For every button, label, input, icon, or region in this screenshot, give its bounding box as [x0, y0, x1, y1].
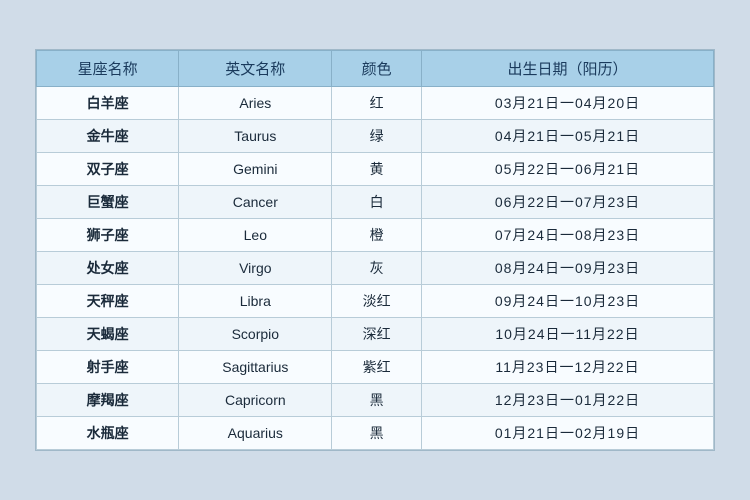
cell-dates: 07月24日一08月23日: [421, 219, 713, 252]
cell-dates: 04月21日一05月21日: [421, 120, 713, 153]
cell-dates: 09月24日一10月23日: [421, 285, 713, 318]
table-row: 摩羯座Capricorn黑12月23日一01月22日: [37, 384, 714, 417]
cell-dates: 06月22日一07月23日: [421, 186, 713, 219]
cell-color: 淡红: [332, 285, 422, 318]
cell-english-name: Scorpio: [179, 318, 332, 351]
cell-chinese-name: 金牛座: [37, 120, 179, 153]
cell-chinese-name: 天秤座: [37, 285, 179, 318]
cell-color: 灰: [332, 252, 422, 285]
cell-chinese-name: 双子座: [37, 153, 179, 186]
cell-color: 橙: [332, 219, 422, 252]
table-row: 处女座Virgo灰08月24日一09月23日: [37, 252, 714, 285]
table-row: 天秤座Libra淡红09月24日一10月23日: [37, 285, 714, 318]
cell-english-name: Taurus: [179, 120, 332, 153]
cell-english-name: Libra: [179, 285, 332, 318]
cell-color: 深红: [332, 318, 422, 351]
zodiac-table-container: 星座名称 英文名称 颜色 出生日期（阳历） 白羊座Aries红03月21日一04…: [35, 49, 715, 451]
cell-chinese-name: 摩羯座: [37, 384, 179, 417]
table-row: 天蝎座Scorpio深红10月24日一11月22日: [37, 318, 714, 351]
cell-chinese-name: 水瓶座: [37, 417, 179, 450]
cell-english-name: Capricorn: [179, 384, 332, 417]
header-birth-date: 出生日期（阳历）: [421, 51, 713, 87]
cell-english-name: Leo: [179, 219, 332, 252]
cell-dates: 11月23日一12月22日: [421, 351, 713, 384]
cell-english-name: Gemini: [179, 153, 332, 186]
cell-dates: 03月21日一04月20日: [421, 87, 713, 120]
header-color: 颜色: [332, 51, 422, 87]
cell-dates: 12月23日一01月22日: [421, 384, 713, 417]
table-row: 水瓶座Aquarius黑01月21日一02月19日: [37, 417, 714, 450]
cell-color: 黑: [332, 417, 422, 450]
cell-dates: 05月22日一06月21日: [421, 153, 713, 186]
cell-chinese-name: 白羊座: [37, 87, 179, 120]
cell-chinese-name: 处女座: [37, 252, 179, 285]
cell-color: 红: [332, 87, 422, 120]
cell-color: 黄: [332, 153, 422, 186]
table-header-row: 星座名称 英文名称 颜色 出生日期（阳历）: [37, 51, 714, 87]
cell-english-name: Aquarius: [179, 417, 332, 450]
zodiac-table: 星座名称 英文名称 颜色 出生日期（阳历） 白羊座Aries红03月21日一04…: [36, 50, 714, 450]
cell-dates: 01月21日一02月19日: [421, 417, 713, 450]
table-row: 金牛座Taurus绿04月21日一05月21日: [37, 120, 714, 153]
table-row: 白羊座Aries红03月21日一04月20日: [37, 87, 714, 120]
cell-english-name: Sagittarius: [179, 351, 332, 384]
cell-english-name: Cancer: [179, 186, 332, 219]
cell-english-name: Aries: [179, 87, 332, 120]
header-english-name: 英文名称: [179, 51, 332, 87]
cell-chinese-name: 狮子座: [37, 219, 179, 252]
cell-english-name: Virgo: [179, 252, 332, 285]
header-chinese-name: 星座名称: [37, 51, 179, 87]
cell-color: 白: [332, 186, 422, 219]
cell-chinese-name: 天蝎座: [37, 318, 179, 351]
table-row: 双子座Gemini黄05月22日一06月21日: [37, 153, 714, 186]
cell-color: 紫红: [332, 351, 422, 384]
cell-color: 黑: [332, 384, 422, 417]
cell-chinese-name: 巨蟹座: [37, 186, 179, 219]
cell-color: 绿: [332, 120, 422, 153]
cell-dates: 08月24日一09月23日: [421, 252, 713, 285]
table-row: 巨蟹座Cancer白06月22日一07月23日: [37, 186, 714, 219]
table-row: 狮子座Leo橙07月24日一08月23日: [37, 219, 714, 252]
cell-dates: 10月24日一11月22日: [421, 318, 713, 351]
table-row: 射手座Sagittarius紫红11月23日一12月22日: [37, 351, 714, 384]
cell-chinese-name: 射手座: [37, 351, 179, 384]
